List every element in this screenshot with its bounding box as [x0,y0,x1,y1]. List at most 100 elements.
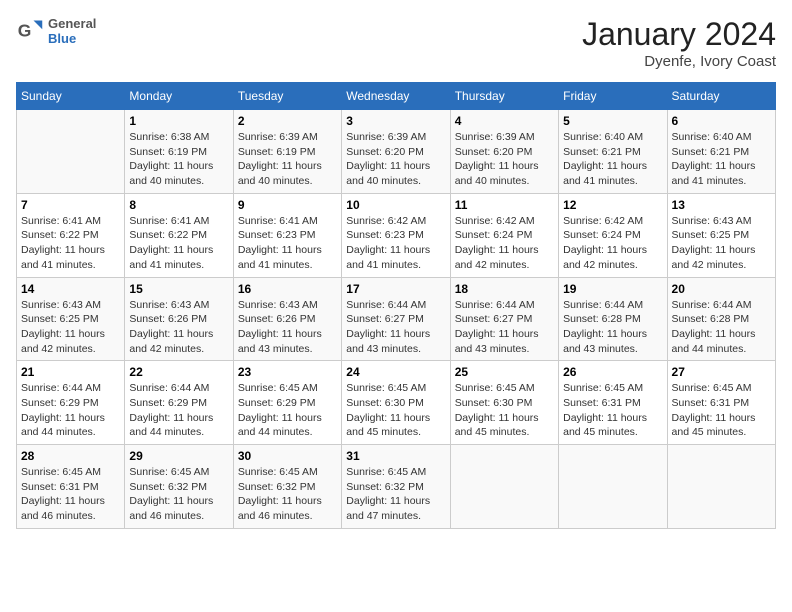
calendar-cell: 23 Sunrise: 6:45 AM Sunset: 6:29 PM Dayli… [233,361,341,445]
calendar-cell: 2 Sunrise: 6:39 AM Sunset: 6:19 PM Daylig… [233,110,341,194]
date-number: 9 [238,198,337,212]
date-number: 27 [672,365,771,379]
cell-info: Sunrise: 6:44 AM Sunset: 6:29 PM Dayligh… [21,381,120,440]
title-block: January 2024 Dyenfe, Ivory Coast [582,16,776,70]
calendar-cell: 17 Sunrise: 6:44 AM Sunset: 6:27 PM Dayli… [342,277,450,361]
date-number: 21 [21,365,120,379]
calendar-cell: 24 Sunrise: 6:45 AM Sunset: 6:30 PM Dayli… [342,361,450,445]
calendar-table: SundayMondayTuesdayWednesdayThursdayFrid… [16,82,776,529]
cell-info: Sunrise: 6:44 AM Sunset: 6:27 PM Dayligh… [455,298,554,357]
cell-info: Sunrise: 6:39 AM Sunset: 6:20 PM Dayligh… [455,130,554,189]
date-number: 19 [563,282,662,296]
cell-info: Sunrise: 6:39 AM Sunset: 6:20 PM Dayligh… [346,130,445,189]
date-number: 2 [238,114,337,128]
cell-info: Sunrise: 6:45 AM Sunset: 6:30 PM Dayligh… [455,381,554,440]
cell-info: Sunrise: 6:43 AM Sunset: 6:26 PM Dayligh… [129,298,228,357]
logo-line2: Blue [48,31,96,46]
cell-info: Sunrise: 6:45 AM Sunset: 6:31 PM Dayligh… [563,381,662,440]
date-number: 18 [455,282,554,296]
calendar-cell: 19Sunrise: 6:44 AM Sunset: 6:28 PM Dayli… [559,277,667,361]
cell-info: Sunrise: 6:41 AM Sunset: 6:23 PM Dayligh… [238,214,337,273]
calendar-cell: 10 Sunrise: 6:42 AM Sunset: 6:23 PM Dayli… [342,193,450,277]
calendar-body: 1Sunrise: 6:38 AM Sunset: 6:19 PM Daylig… [17,110,776,529]
calendar-cell: 16 Sunrise: 6:43 AM Sunset: 6:26 PM Dayli… [233,277,341,361]
dow-header-tuesday: Tuesday [233,83,341,110]
cell-info: Sunrise: 6:42 AM Sunset: 6:24 PM Dayligh… [563,214,662,273]
date-number: 25 [455,365,554,379]
calendar-week-1: 1Sunrise: 6:38 AM Sunset: 6:19 PM Daylig… [17,110,776,194]
calendar-cell: 31Sunrise: 6:45 AM Sunset: 6:32 PM Dayli… [342,445,450,529]
calendar-cell: 26 Sunrise: 6:45 AM Sunset: 6:31 PM Dayli… [559,361,667,445]
calendar-subtitle: Dyenfe, Ivory Coast [582,53,776,70]
calendar-cell: 11 Sunrise: 6:42 AM Sunset: 6:24 PM Dayli… [450,193,558,277]
calendar-title: January 2024 [582,16,776,53]
logo-text: General Blue [48,16,96,46]
cell-info: Sunrise: 6:44 AM Sunset: 6:28 PM Dayligh… [672,298,771,357]
date-number: 17 [346,282,445,296]
calendar-cell: 4 Sunrise: 6:39 AM Sunset: 6:20 PM Daylig… [450,110,558,194]
calendar-cell: 1Sunrise: 6:38 AM Sunset: 6:19 PM Daylig… [125,110,233,194]
cell-info: Sunrise: 6:42 AM Sunset: 6:23 PM Dayligh… [346,214,445,273]
cell-info: Sunrise: 6:45 AM Sunset: 6:31 PM Dayligh… [21,465,120,524]
date-number: 15 [129,282,228,296]
cell-info: Sunrise: 6:43 AM Sunset: 6:25 PM Dayligh… [672,214,771,273]
cell-info: Sunrise: 6:42 AM Sunset: 6:24 PM Dayligh… [455,214,554,273]
calendar-cell: 30Sunrise: 6:45 AM Sunset: 6:32 PM Dayli… [233,445,341,529]
cell-info: Sunrise: 6:41 AM Sunset: 6:22 PM Dayligh… [129,214,228,273]
cell-info: Sunrise: 6:43 AM Sunset: 6:26 PM Dayligh… [238,298,337,357]
calendar-cell: 29Sunrise: 6:45 AM Sunset: 6:32 PM Dayli… [125,445,233,529]
date-number: 4 [455,114,554,128]
calendar-cell: 28 Sunrise: 6:45 AM Sunset: 6:31 PM Dayli… [17,445,125,529]
page-header: G General Blue January 2024 Dyenfe, Ivor… [16,16,776,70]
date-number: 26 [563,365,662,379]
cell-info: Sunrise: 6:41 AM Sunset: 6:22 PM Dayligh… [21,214,120,273]
days-of-week-row: SundayMondayTuesdayWednesdayThursdayFrid… [17,83,776,110]
date-number: 20 [672,282,771,296]
date-number: 11 [455,198,554,212]
calendar-cell: 7 Sunrise: 6:41 AM Sunset: 6:22 PM Daylig… [17,193,125,277]
cell-info: Sunrise: 6:45 AM Sunset: 6:32 PM Dayligh… [238,465,337,524]
cell-info: Sunrise: 6:44 AM Sunset: 6:29 PM Dayligh… [129,381,228,440]
cell-info: Sunrise: 6:45 AM Sunset: 6:29 PM Dayligh… [238,381,337,440]
date-number: 12 [563,198,662,212]
logo-line1: General [48,16,96,31]
dow-header-saturday: Saturday [667,83,775,110]
cell-info: Sunrise: 6:40 AM Sunset: 6:21 PM Dayligh… [563,130,662,189]
cell-info: Sunrise: 6:40 AM Sunset: 6:21 PM Dayligh… [672,130,771,189]
calendar-week-4: 21 Sunrise: 6:44 AM Sunset: 6:29 PM Dayli… [17,361,776,445]
date-number: 10 [346,198,445,212]
cell-info: Sunrise: 6:38 AM Sunset: 6:19 PM Dayligh… [129,130,228,189]
calendar-cell: 6 Sunrise: 6:40 AM Sunset: 6:21 PM Daylig… [667,110,775,194]
date-number: 22 [129,365,228,379]
date-number: 6 [672,114,771,128]
cell-info: Sunrise: 6:44 AM Sunset: 6:27 PM Dayligh… [346,298,445,357]
calendar-cell: 12 Sunrise: 6:42 AM Sunset: 6:24 PM Dayli… [559,193,667,277]
cell-info: Sunrise: 6:45 AM Sunset: 6:30 PM Dayligh… [346,381,445,440]
calendar-cell: 27 Sunrise: 6:45 AM Sunset: 6:31 PM Dayli… [667,361,775,445]
cell-info: Sunrise: 6:39 AM Sunset: 6:19 PM Dayligh… [238,130,337,189]
dow-header-monday: Monday [125,83,233,110]
calendar-week-3: 14Sunrise: 6:43 AM Sunset: 6:25 PM Dayli… [17,277,776,361]
date-number: 13 [672,198,771,212]
calendar-cell: 5Sunrise: 6:40 AM Sunset: 6:21 PM Daylig… [559,110,667,194]
calendar-cell: 22 Sunrise: 6:44 AM Sunset: 6:29 PM Dayli… [125,361,233,445]
cell-info: Sunrise: 6:45 AM Sunset: 6:31 PM Dayligh… [672,381,771,440]
calendar-cell [559,445,667,529]
date-number: 23 [238,365,337,379]
date-number: 28 [21,449,120,463]
cell-info: Sunrise: 6:45 AM Sunset: 6:32 PM Dayligh… [129,465,228,524]
calendar-cell: 9 Sunrise: 6:41 AM Sunset: 6:23 PM Daylig… [233,193,341,277]
logo: G General Blue [16,16,96,46]
calendar-cell [17,110,125,194]
date-number: 7 [21,198,120,212]
logo-icon: G [16,17,44,45]
calendar-week-2: 7 Sunrise: 6:41 AM Sunset: 6:22 PM Daylig… [17,193,776,277]
date-number: 16 [238,282,337,296]
cell-info: Sunrise: 6:45 AM Sunset: 6:32 PM Dayligh… [346,465,445,524]
date-number: 24 [346,365,445,379]
calendar-cell: 15 Sunrise: 6:43 AM Sunset: 6:26 PM Dayli… [125,277,233,361]
calendar-cell: 8Sunrise: 6:41 AM Sunset: 6:22 PM Daylig… [125,193,233,277]
calendar-week-5: 28 Sunrise: 6:45 AM Sunset: 6:31 PM Dayli… [17,445,776,529]
dow-header-sunday: Sunday [17,83,125,110]
dow-header-wednesday: Wednesday [342,83,450,110]
